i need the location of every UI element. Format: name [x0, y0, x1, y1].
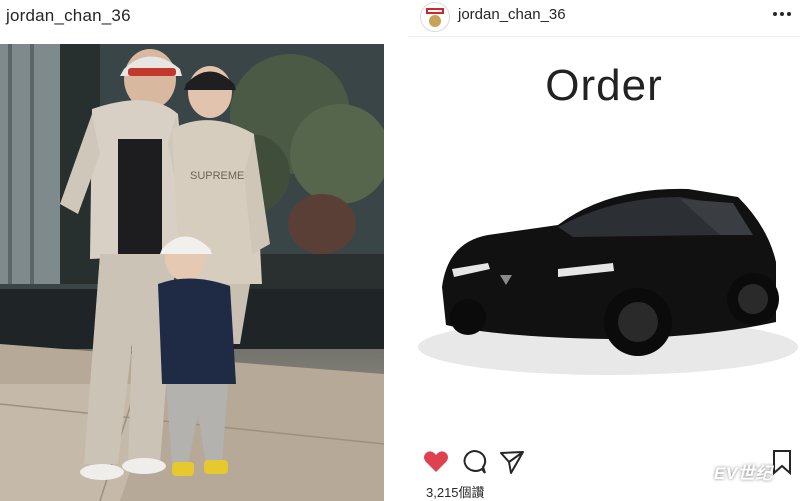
- right-post: jordan_chan_36 Order 3,215個讚 EV世纪: [408, 0, 800, 501]
- send-icon[interactable]: [498, 448, 526, 476]
- more-options-icon[interactable]: [770, 2, 794, 26]
- order-photo[interactable]: Order: [408, 37, 800, 437]
- family-photo[interactable]: SUPREME: [0, 44, 384, 501]
- right-post-header: jordan_chan_36: [408, 0, 800, 37]
- post-divider: [386, 0, 408, 501]
- left-username[interactable]: jordan_chan_36: [6, 6, 131, 26]
- svg-text:SUPREME: SUPREME: [190, 170, 244, 182]
- right-username[interactable]: jordan_chan_36: [458, 6, 566, 23]
- family-photo-image: SUPREME: [0, 44, 384, 501]
- watermark: EV世纪: [714, 464, 773, 483]
- left-post: jordan_chan_36 SUPREME: [0, 0, 387, 501]
- heart-icon[interactable]: [422, 448, 450, 476]
- left-post-header: jordan_chan_36: [0, 0, 386, 40]
- likes-count[interactable]: 3,215個讚: [426, 482, 485, 501]
- supreme-avatar-icon[interactable]: [420, 2, 450, 32]
- comment-icon[interactable]: [460, 448, 488, 476]
- tesla-car-image: [418, 188, 798, 375]
